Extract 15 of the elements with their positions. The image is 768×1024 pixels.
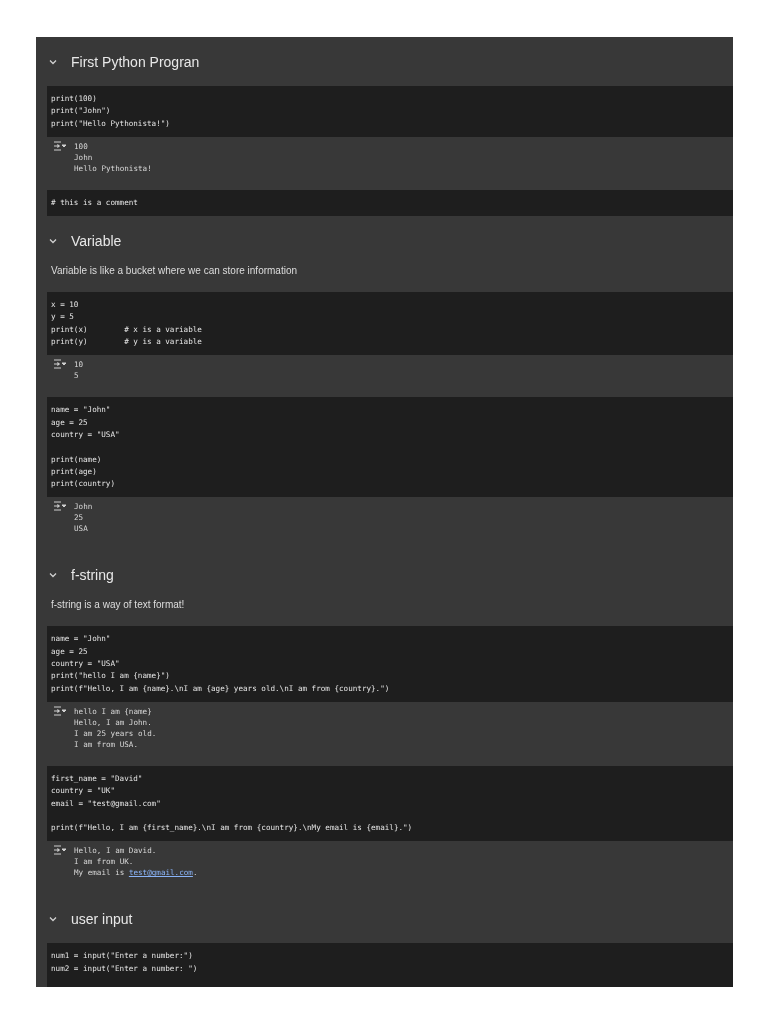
section-heading[interactable]: Variable xyxy=(36,216,733,266)
section-heading[interactable]: user input xyxy=(36,894,733,944)
output-toggle-icon[interactable] xyxy=(53,705,66,716)
text-cell-text: Variable is like a bucket where we can store information xyxy=(50,265,299,279)
chevron-down-icon[interactable] xyxy=(49,59,57,65)
output-toggle-icon[interactable] xyxy=(53,140,66,151)
section-heading[interactable]: First Python Progran xyxy=(36,37,733,86)
text-cell-text: f-string is a way of text format! xyxy=(50,599,186,613)
chevron-down-icon[interactable] xyxy=(49,572,57,579)
section-heading[interactable]: f-string xyxy=(36,550,733,600)
chevron-down-icon[interactable] xyxy=(49,916,57,923)
output-toggle-icon[interactable] xyxy=(53,845,66,856)
output-toggle-icon[interactable] xyxy=(53,359,66,370)
output-toggle-icon[interactable] xyxy=(53,501,66,512)
chevron-down-icon[interactable] xyxy=(49,238,57,245)
